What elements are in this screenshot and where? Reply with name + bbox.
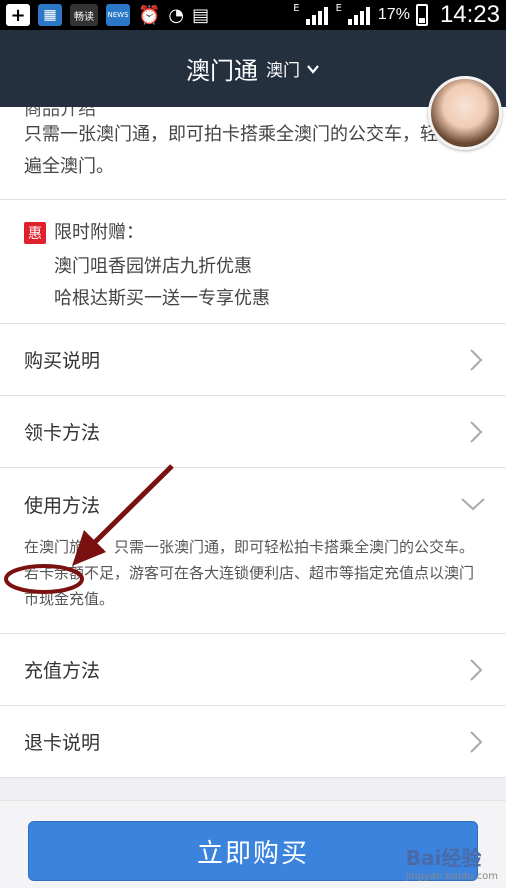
nav-bar: 澳门通 澳门 <box>0 30 506 107</box>
battery-percent: 17% <box>377 6 410 23</box>
add-icon: + <box>6 4 30 26</box>
row-label: 使用方法 <box>24 494 101 517</box>
network-type-2: E <box>335 3 342 14</box>
network-type: E <box>293 3 300 14</box>
row-get-card[interactable]: 领卡方法 <box>0 396 506 468</box>
chevron-right-icon <box>470 658 483 681</box>
page-title: 澳门通 <box>186 57 258 85</box>
intro-text: 只需一张澳门通，即可拍卡搭乘全澳门的公交车，轻松游遍全澳门。 <box>24 124 474 177</box>
battery-icon <box>415 4 428 26</box>
row-label: 购买说明 <box>24 350 101 372</box>
row-label: 充值方法 <box>24 660 101 682</box>
signal-icon-2 <box>347 5 372 25</box>
gift-item: 哈根达斯买一送一专享优惠 <box>54 288 270 309</box>
chevron-down-icon <box>461 498 485 511</box>
gift-title: 限时附赠： <box>54 222 144 243</box>
usage-text: 在澳门旅游，只需一张澳门通，即可轻松拍卡搭乘全澳门的公交车。若卡余额不足，游客可… <box>24 538 475 608</box>
row-recharge[interactable]: 充值方法 <box>0 634 506 706</box>
status-bar: + ▦ 畅读 NEWS ⏰ ◔ ▤ E E 17% 14:23 <box>0 0 506 30</box>
file-icon: ▤ <box>192 4 210 26</box>
baidu-watermark: Bai经验 jingyan.baidu.com <box>406 842 498 882</box>
gift-section: 惠 限时附赠： 澳门咀香园饼店九折优惠 哈根达斯买一送一专享优惠 <box>0 200 506 324</box>
watermark-url: jingyan.baidu.com <box>405 871 498 882</box>
row-label: 领卡方法 <box>24 422 101 444</box>
row-purchase-info[interactable]: 购买说明 <box>0 324 506 396</box>
product-details: 商品介绍 只需一张澳门通，即可拍卡搭乘全澳门的公交车，轻松游遍全澳门。 惠 限时… <box>0 107 506 778</box>
wifi-icon: ◔ <box>168 4 185 26</box>
news-app-icon: NEWS <box>106 4 130 26</box>
chevron-right-icon <box>470 348 483 371</box>
clock: 14:23 <box>439 1 500 28</box>
watermark-brand: Bai经验 <box>405 846 482 870</box>
reader-app-icon: 畅读 <box>70 4 98 26</box>
signal-icon <box>305 5 330 25</box>
row-label: 退卡说明 <box>24 732 101 754</box>
row-usage[interactable]: 使用方法 <box>0 468 506 540</box>
city-selector[interactable]: 澳门 <box>266 56 300 81</box>
chevron-right-icon <box>470 730 483 753</box>
grid-app-icon: ▦ <box>38 4 62 26</box>
avatar[interactable] <box>428 76 502 150</box>
chevron-down-icon[interactable] <box>306 62 320 76</box>
alarm-icon: ⏰ <box>138 4 161 26</box>
usage-section: 使用方法 在澳门旅游，只需一张澳门通，即可轻松拍卡搭乘全澳门的公交车。若卡余额不… <box>0 468 506 634</box>
chevron-right-icon <box>470 420 483 443</box>
gift-item: 澳门咀香园饼店九折优惠 <box>54 256 252 277</box>
discount-badge: 惠 <box>24 222 46 244</box>
row-refund[interactable]: 退卡说明 <box>0 706 506 778</box>
